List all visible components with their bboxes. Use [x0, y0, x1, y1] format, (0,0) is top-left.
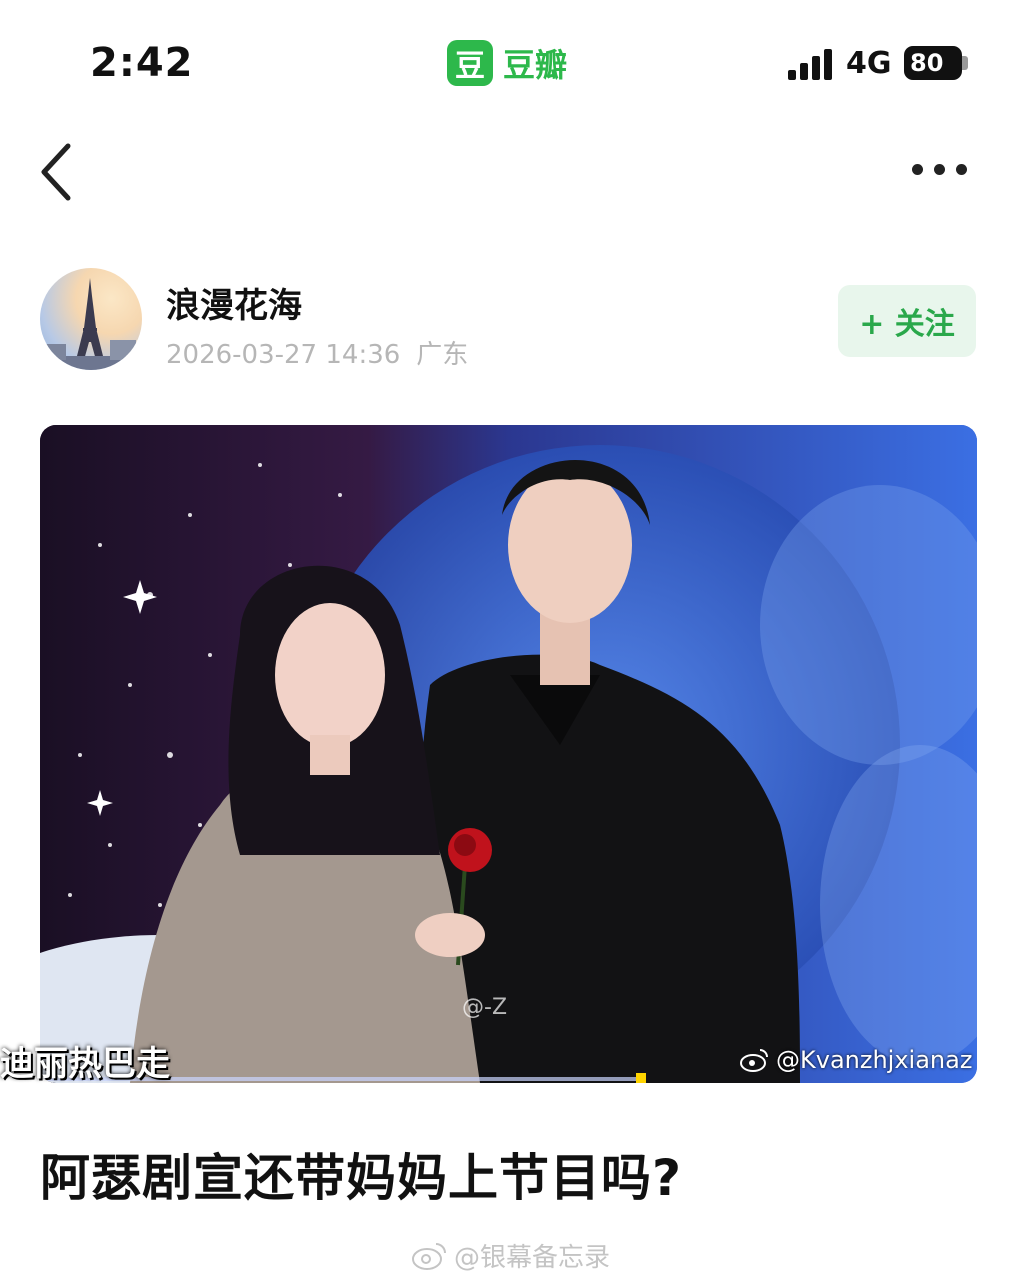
post-image[interactable]	[40, 425, 977, 1083]
battery-level: 80	[910, 49, 944, 77]
post-timestamp: 2026-03-27 14:36	[166, 340, 401, 370]
weibo-handle: @Kvanzhjxianaz	[776, 1046, 973, 1074]
battery-tip	[962, 56, 968, 70]
network-type: 4G	[846, 46, 892, 81]
image-watermark-mid: @-Z	[462, 995, 508, 1020]
follow-button[interactable]: + 关注	[838, 285, 976, 357]
post-meta: 2026-03-27 14:36 广东	[166, 334, 468, 371]
more-button[interactable]	[902, 150, 976, 190]
weibo-icon	[412, 1242, 446, 1270]
status-bar: 2:42 豆 豆瓣 4G 80	[0, 0, 1017, 130]
video-caption: 迪丽热巴走	[0, 1044, 170, 1084]
author-name[interactable]: 浪漫花海	[166, 278, 302, 327]
weibo-icon	[740, 1049, 768, 1072]
battery-icon: 80	[904, 46, 962, 80]
author-avatar[interactable]	[40, 268, 142, 370]
photo-illustration	[40, 425, 977, 1083]
footer-watermark-text: @银幕备忘录	[454, 1243, 611, 1273]
more-horizontal-icon	[912, 164, 923, 175]
app-name: 豆瓣	[503, 46, 568, 84]
signal-icon	[788, 48, 834, 80]
eiffel-tower-icon	[40, 278, 142, 370]
footer-watermark: @银幕备忘录	[412, 1237, 610, 1274]
post-location: 广东	[416, 340, 469, 370]
post-title[interactable]: 阿瑟剧宣还带妈妈上节目吗?	[40, 1138, 682, 1210]
back-button[interactable]	[36, 140, 96, 204]
app-badge: 豆 豆瓣	[447, 40, 567, 86]
status-time: 2:42	[90, 40, 194, 86]
chevron-left-icon	[41, 143, 71, 201]
image-watermark-right: @Kvanzhjxianaz	[740, 1046, 972, 1074]
douban-app-icon: 豆	[447, 40, 493, 86]
